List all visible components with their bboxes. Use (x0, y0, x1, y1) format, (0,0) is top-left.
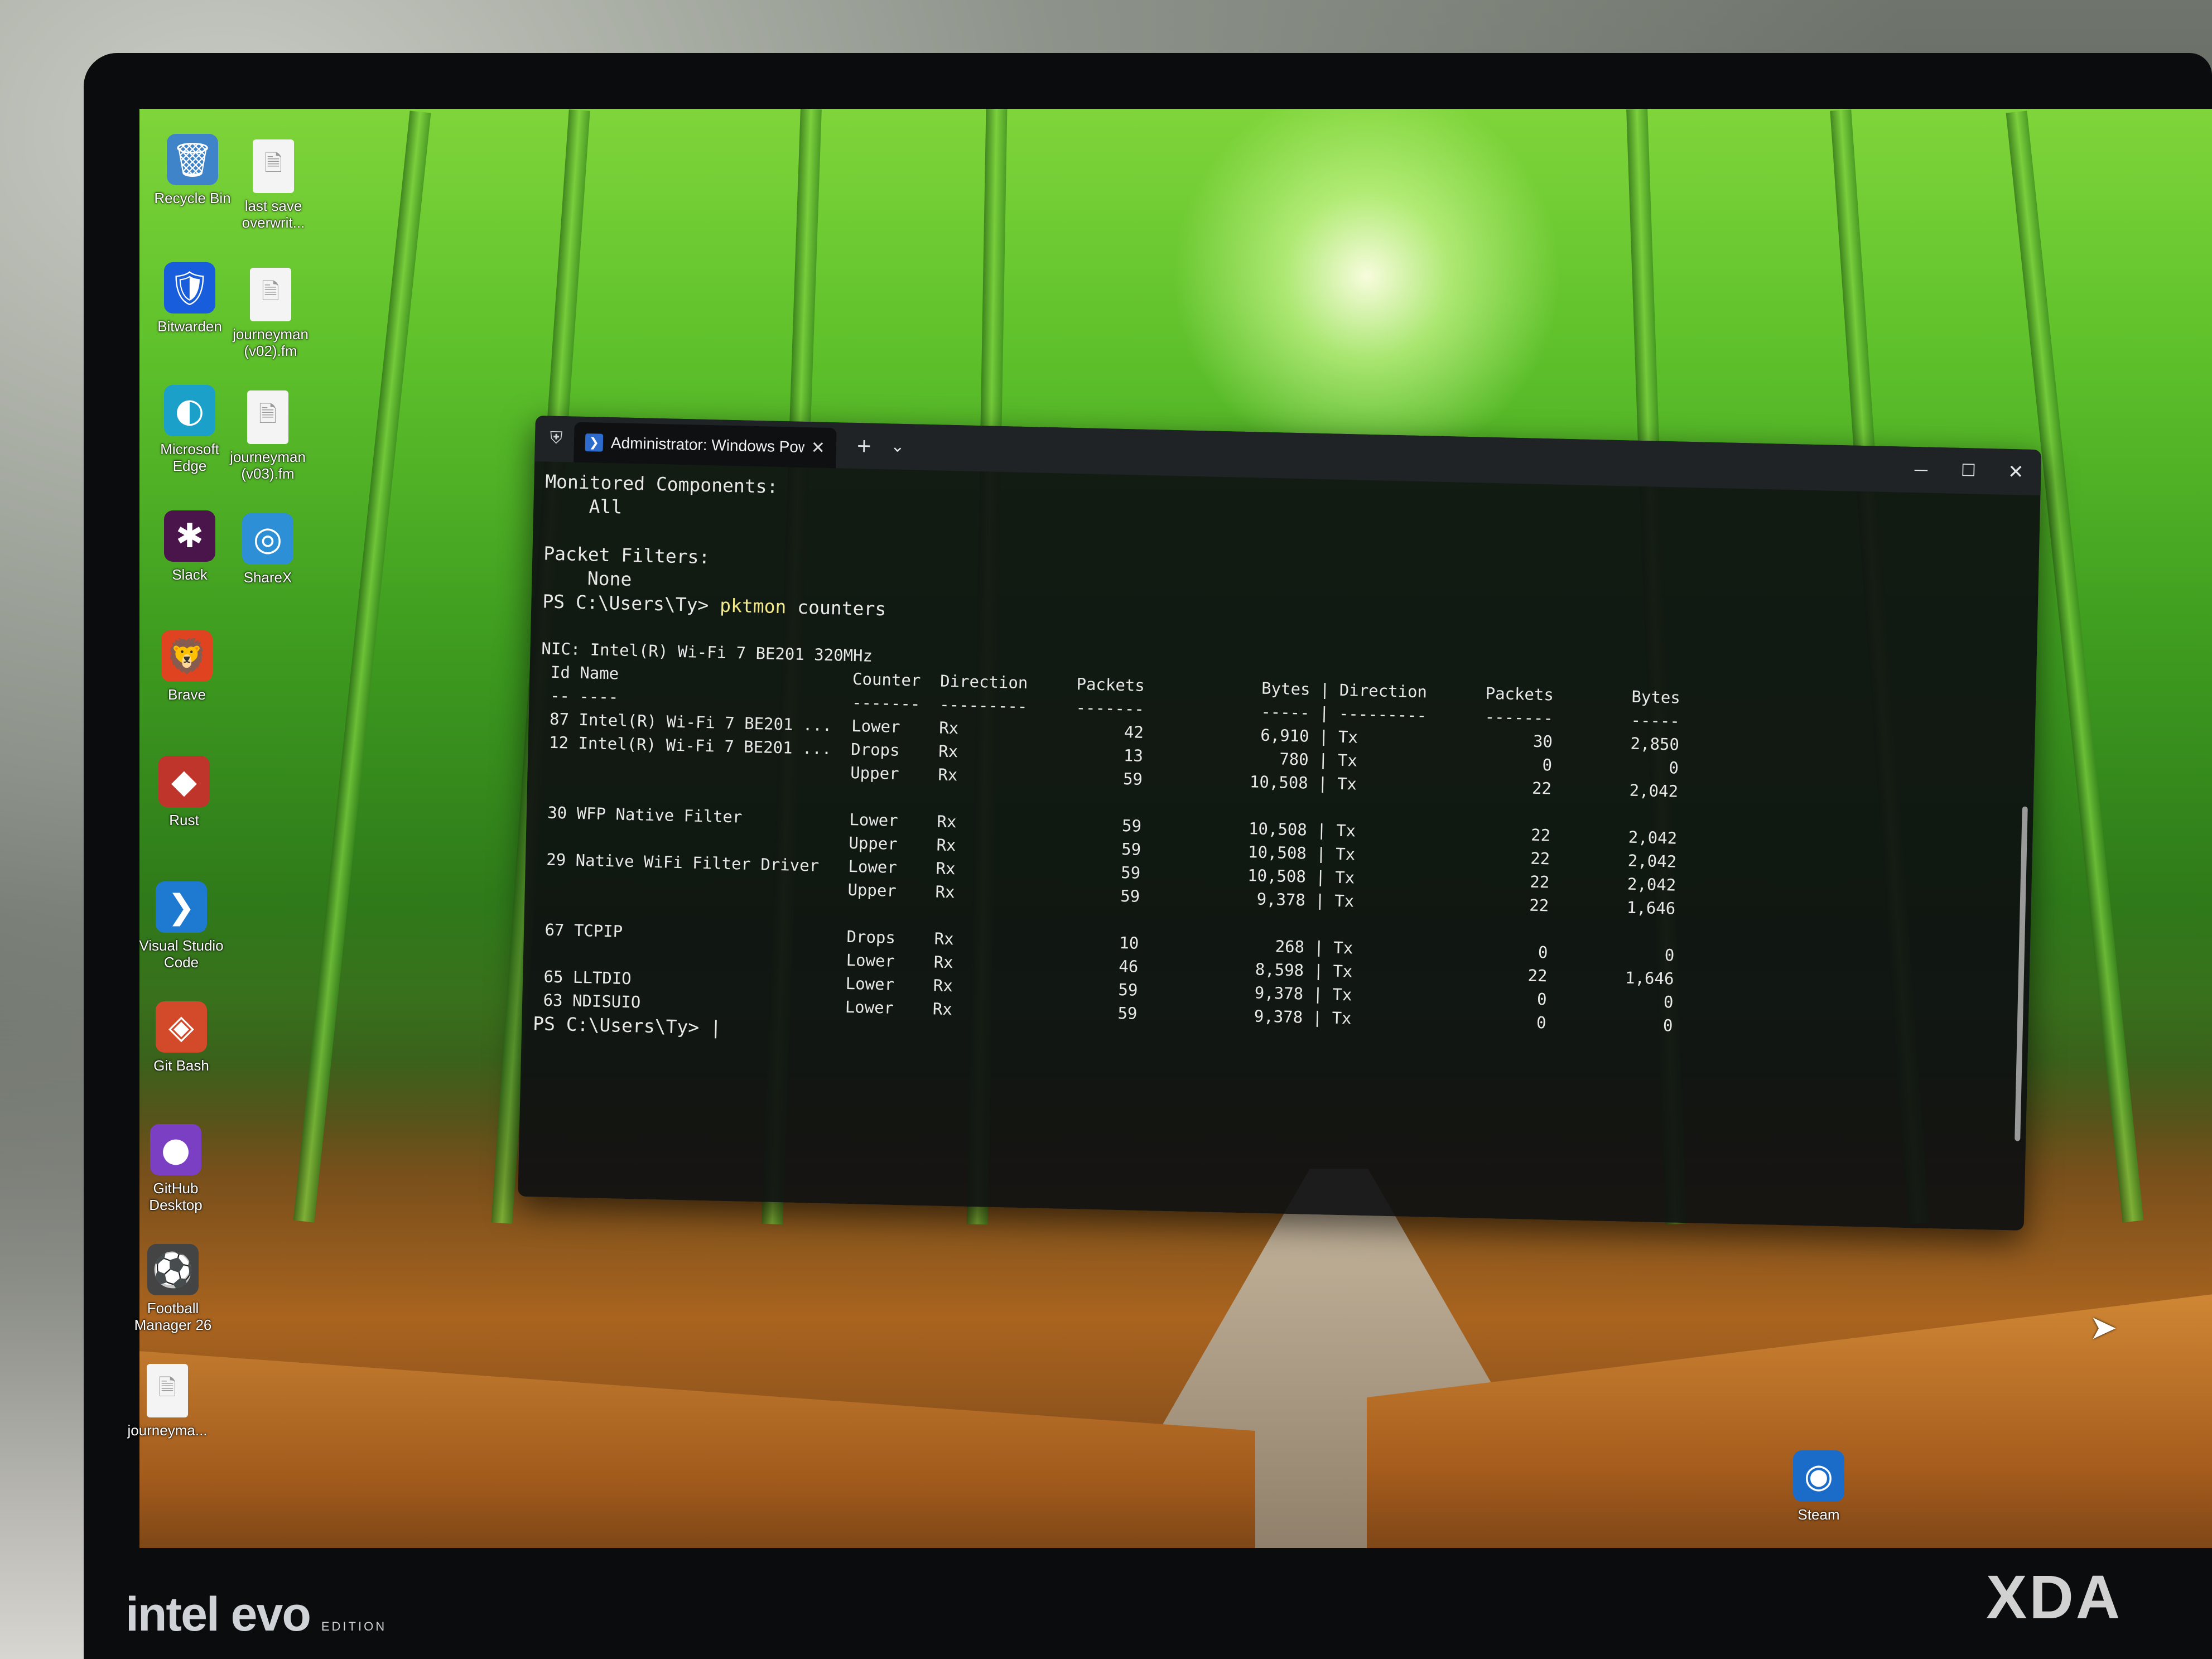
desktop-icon-label: Visual Studio Code (139, 937, 224, 971)
app-icon: ◉ (1793, 1450, 1844, 1502)
desktop-icon-label: Football Manager 26 (134, 1300, 212, 1333)
mouse-pointer-icon: ➤ (2089, 1308, 2118, 1347)
app-icon: ✱ (164, 510, 215, 562)
app-icon: ❯ (156, 881, 207, 933)
document-icon: 🗎 (250, 268, 291, 321)
close-button[interactable]: ✕ (2002, 459, 2030, 485)
minimize-button[interactable]: — (1907, 457, 1935, 483)
tab-title: Administrator: Windows Pow (610, 434, 805, 456)
desktop-icon-label: last save overwrit... (242, 197, 305, 231)
app-icon: ◎ (242, 513, 293, 565)
desktop-icon[interactable]: ◎ ShareX (220, 513, 315, 586)
xda-watermark: XDA (1986, 1563, 2123, 1632)
app-icon: ● (150, 1124, 201, 1175)
app-icon: 🦁 (161, 630, 213, 682)
document-icon: 🗎 (247, 390, 288, 444)
shield-icon: ⛨ (550, 428, 563, 448)
desktop-icon-label: Brave (168, 686, 206, 703)
app-icon: ⚽ (147, 1244, 199, 1295)
document-icon: 🗎 (253, 139, 294, 193)
prompt: PS C:\Users\Ty> (542, 590, 720, 616)
tab-dropdown-button[interactable]: ⌄ (883, 433, 912, 460)
app-icon: 🛡 (164, 262, 215, 314)
desktop-icon-label: journeyman (v02).fm (233, 326, 309, 359)
command-name: pktmon (719, 594, 787, 618)
desktop-icon[interactable]: 🗎 journeyman (v03).fm (220, 390, 315, 482)
counters-table: NIC: Intel(R) Wi-Fi 7 BE201 320MHz Id Na… (533, 615, 1681, 1035)
wallpaper-sky (1172, 109, 1562, 471)
desktop-icon-label: Rust (169, 812, 199, 828)
desktop-icon[interactable]: ◆ Rust (137, 756, 232, 828)
desktop-icon-label: ShareX (243, 569, 292, 586)
desktop-icon-label: Steam (1797, 1506, 1840, 1523)
desktop-icon[interactable]: ❯ Visual Studio Code (134, 881, 229, 971)
terminal-output[interactable]: Monitored Components: All Packet Filters… (522, 461, 2041, 1069)
desktop-icon[interactable]: 🦁 Brave (139, 630, 234, 703)
desktop-icon-label: journeyman (v03).fm (230, 448, 306, 482)
new-tab-button[interactable]: + (850, 433, 878, 459)
powershell-icon: ❯ (585, 433, 604, 452)
maximize-button[interactable]: ☐ (1954, 458, 1983, 484)
desktop-icon[interactable]: 🗎 journeyman (v02).fm (223, 268, 318, 359)
desktop-icon[interactable]: ◈ Git Bash (134, 1001, 229, 1074)
document-icon: 🗎 (147, 1364, 188, 1417)
desktop-icon-label: GitHub Desktop (149, 1180, 203, 1213)
command-args: counters (786, 596, 886, 620)
laptop-logo: intel evo EDITION (126, 1588, 387, 1641)
desktop-icon[interactable]: 🗎 journeyma... (120, 1364, 215, 1439)
app-icon: ◈ (156, 1001, 207, 1053)
tab-powershell[interactable]: ❯ Administrator: Windows Pow ✕ (574, 422, 837, 469)
desktop-icon-label: journeyma... (127, 1422, 208, 1439)
wallpaper-grass (139, 1347, 1255, 1548)
app-icon: ◆ (158, 756, 210, 807)
app-icon: ◐ (164, 385, 215, 436)
app-icon: 🗑 (167, 134, 218, 185)
powershell-window[interactable]: ⛨ ❯ Administrator: Windows Pow ✕ + ⌄ — ☐… (518, 416, 2042, 1231)
desktop-icon[interactable]: ● GitHub Desktop (128, 1124, 223, 1213)
desktop-icon-label: Git Bash (153, 1057, 209, 1074)
desktop-icon[interactable]: ◉ Steam (1771, 1450, 1866, 1523)
close-tab-icon[interactable]: ✕ (811, 438, 825, 458)
desktop-icon[interactable]: 🗎 last save overwrit... (226, 139, 321, 231)
desktop-icon[interactable]: ⚽ Football Manager 26 (126, 1244, 220, 1333)
